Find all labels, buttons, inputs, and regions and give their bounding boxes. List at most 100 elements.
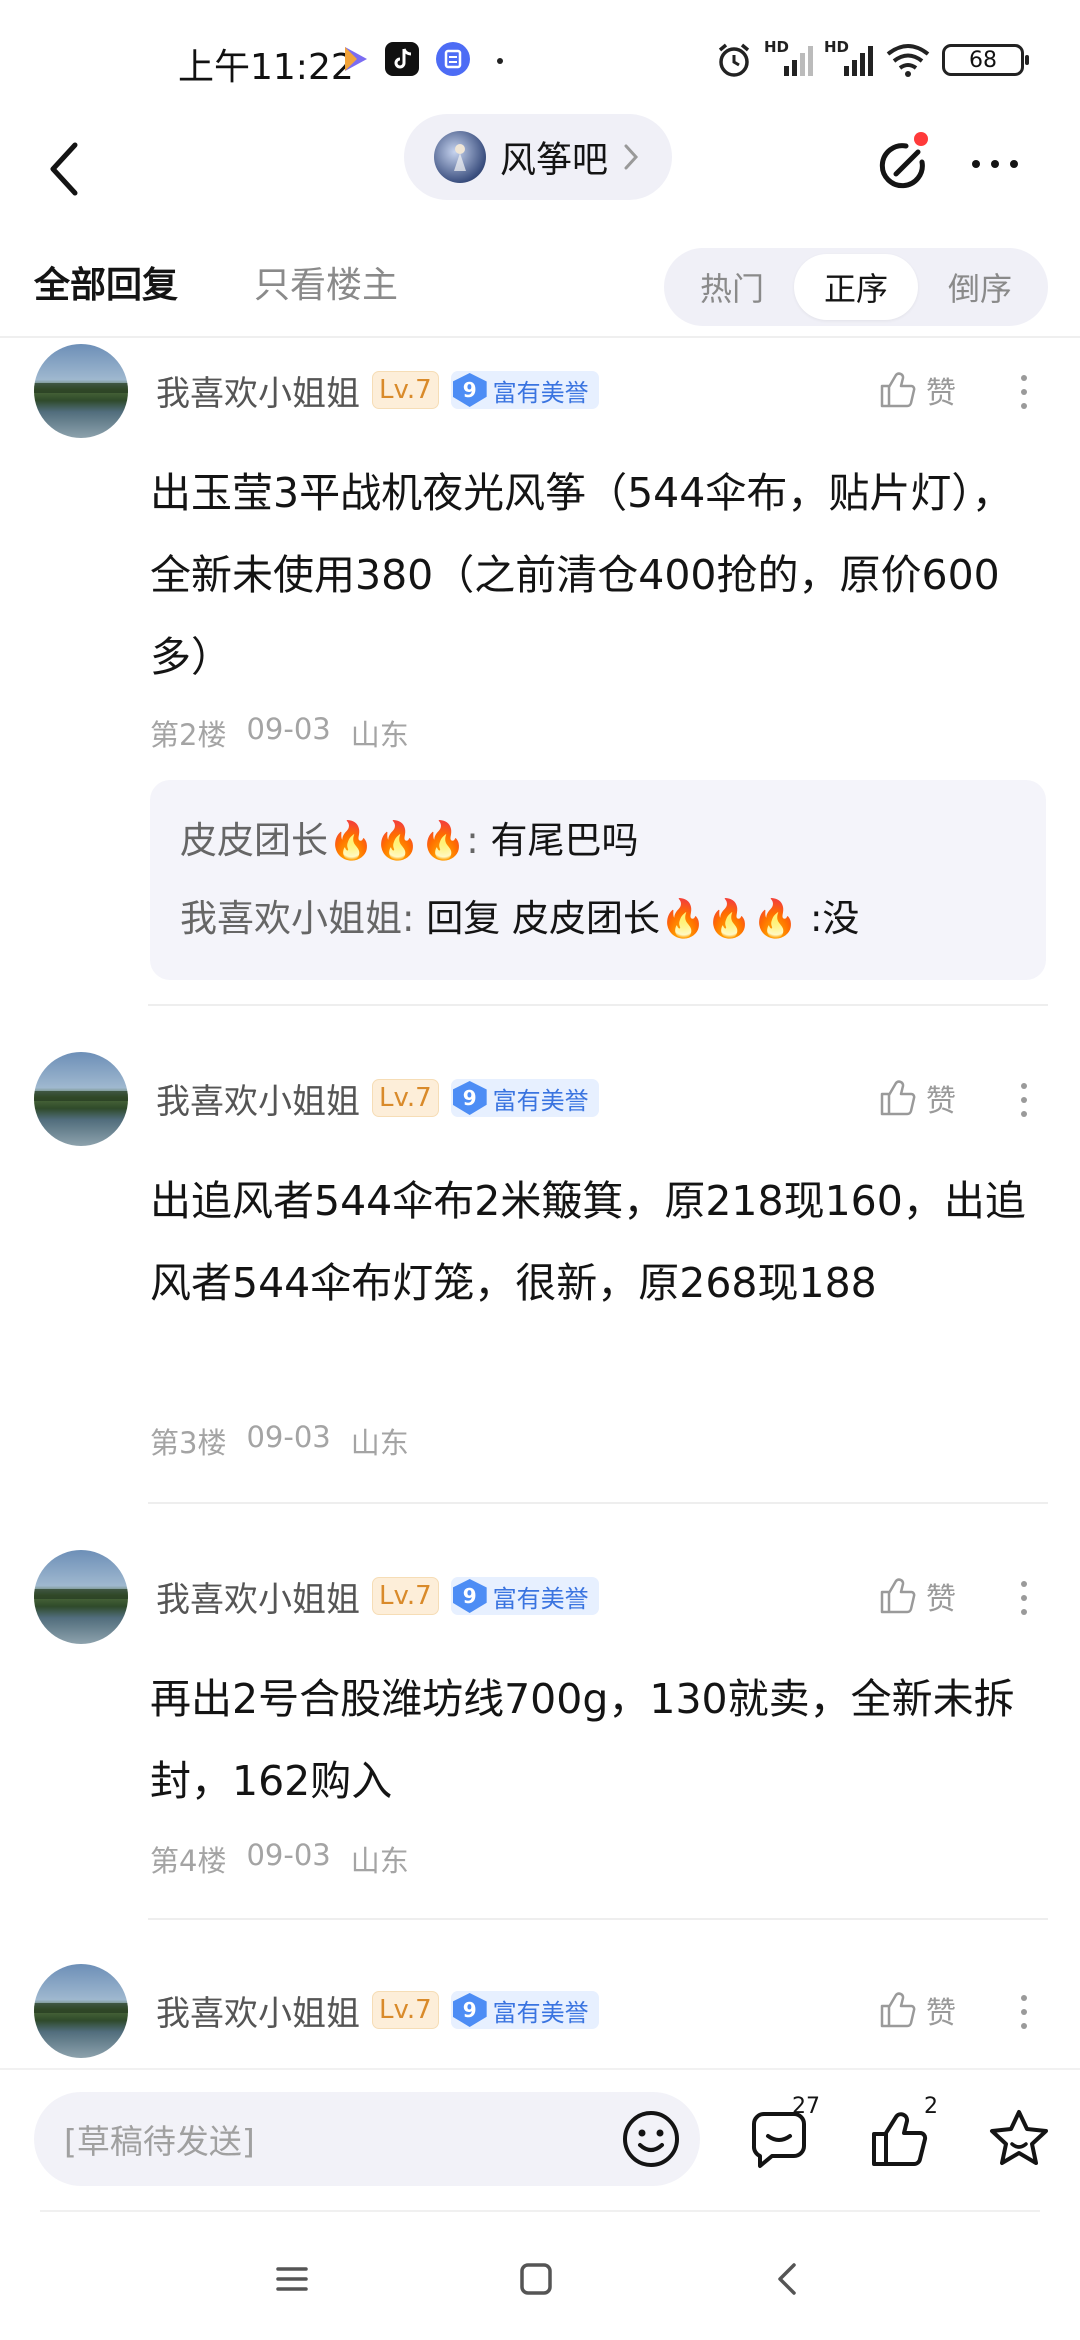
comment-button[interactable]: 27 (740, 2094, 820, 2178)
like-button[interactable]: 赞 (876, 1982, 956, 2038)
top-header: 风筝吧 (0, 110, 1080, 238)
thumbs-up-icon (880, 1080, 916, 1116)
more-options-button[interactable] (960, 124, 1030, 204)
post-location: 山东 (350, 718, 409, 752)
honor-badge: 9 富有美誉 (450, 1079, 599, 1117)
post-meta: 第3楼 09-03 山东 (150, 1420, 409, 1462)
post-more-button[interactable] (1014, 1570, 1034, 1626)
wifi-icon (886, 44, 930, 77)
back-arrow-icon (50, 142, 78, 196)
honor-level-icon: 9 (452, 1993, 487, 2027)
sub-reply-text: 回复 皮皮团长🔥🔥🔥 :没 (426, 897, 860, 940)
video-app-icon (337, 42, 371, 76)
honor-text: 富有美誉 (492, 1584, 589, 1613)
emoji-button[interactable] (612, 2100, 690, 2178)
sort-ascending[interactable]: 正序 (794, 254, 918, 320)
username[interactable]: 我喜欢小姐姐 (156, 1074, 360, 1123)
floor-number: 第4楼 (150, 1844, 227, 1878)
post-location: 山东 (350, 1844, 409, 1878)
reply-filter-bar: 全部回复 只看楼主 热门 正序 倒序 (0, 238, 1080, 338)
post-date: 09-03 (246, 712, 331, 746)
like-label: 赞 (926, 376, 956, 411)
honor-level-icon: 9 (452, 373, 487, 407)
alarm-icon (718, 43, 750, 77)
more-icon (1021, 1995, 1027, 2001)
post-location: 山东 (350, 1426, 409, 1460)
signal-2-icon: HD (824, 38, 874, 80)
more-icon (1021, 375, 1027, 381)
level-badge: Lv.7 (372, 1991, 439, 2029)
post-more-button[interactable] (1014, 364, 1034, 420)
avatar[interactable] (34, 1964, 128, 2058)
menu-nav-button[interactable] (252, 2244, 332, 2314)
battery-indicator: 68 (942, 44, 1029, 76)
home-nav-button[interactable] (496, 2244, 576, 2314)
signal-1-icon: HD (764, 38, 814, 80)
avatar[interactable] (34, 344, 128, 438)
sort-descending[interactable]: 倒序 (918, 254, 1042, 320)
more-icon (1021, 1581, 1027, 1587)
like-thread-button[interactable]: 2 (862, 2094, 940, 2178)
user-info: 我喜欢小姐姐 Lv.7 9 富有美誉 (156, 1070, 599, 1126)
reply-input-placeholder: [草稿待发送] (64, 2122, 255, 2161)
tab-all-replies[interactable]: 全部回复 (34, 256, 178, 308)
notification-dot (497, 58, 503, 64)
tiktok-icon (385, 42, 419, 76)
thumbs-up-icon (880, 1992, 916, 2028)
honor-level-icon: 9 (452, 1579, 487, 1613)
honor-text: 富有美誉 (492, 1086, 589, 1115)
bottom-action-bar: [草稿待发送] 27 2 (0, 2068, 1080, 2216)
thumbs-up-icon (880, 372, 916, 408)
reply-post: 我喜欢小姐姐 Lv.7 9 富有美誉 赞 再出2号合股潍坊线700g，130就卖… (0, 1550, 1080, 1910)
honor-text: 富有美誉 (492, 1998, 589, 2027)
username[interactable]: 我喜欢小姐姐 (156, 1572, 360, 1621)
like-label: 赞 (926, 1582, 956, 1617)
divider (148, 1918, 1048, 1920)
system-nav-bar (0, 2214, 1080, 2340)
sub-reply-author[interactable]: 皮皮团长🔥🔥🔥 (180, 819, 466, 862)
post-more-button[interactable] (1014, 1072, 1034, 1128)
status-time: 上午11:22 (178, 47, 354, 88)
sub-reply-author[interactable]: 我喜欢小姐姐 (180, 897, 402, 940)
user-info: 我喜欢小姐姐 Lv.7 9 富有美誉 (156, 1568, 599, 1624)
sort-hot[interactable]: 热门 (670, 254, 794, 320)
divider (148, 1502, 1048, 1504)
honor-badge: 9 富有美誉 (450, 371, 599, 409)
thumbs-up-icon (880, 1578, 916, 1614)
back-button[interactable] (30, 124, 100, 214)
star-icon (990, 2110, 1048, 2165)
username[interactable]: 我喜欢小姐姐 (156, 366, 360, 415)
emoji-icon (623, 2111, 679, 2167)
like-button[interactable]: 赞 (876, 1568, 956, 1624)
sub-reply: 皮皮团长🔥🔥🔥: 有尾巴吗 (180, 819, 639, 862)
like-label: 赞 (926, 1084, 956, 1119)
forum-link[interactable]: 风筝吧 (404, 114, 673, 200)
edit-post-button[interactable] (866, 124, 938, 204)
avatar[interactable] (34, 1052, 128, 1146)
username[interactable]: 我喜欢小姐姐 (156, 1986, 360, 2035)
sub-reply-box[interactable]: 皮皮团长🔥🔥🔥: 有尾巴吗 我喜欢小姐姐: 回复 皮皮团长🔥🔥🔥 :没 (150, 780, 1046, 980)
sort-toggle: 热门 正序 倒序 (664, 248, 1048, 326)
back-nav-button[interactable] (748, 2244, 828, 2314)
comment-count: 27 (792, 2094, 820, 2119)
status-indicators: HD HD 68 (714, 38, 1029, 80)
post-meta: 第4楼 09-03 山东 (150, 1838, 409, 1880)
post-date: 09-03 (246, 1420, 331, 1454)
avatar[interactable] (34, 1550, 128, 1644)
honor-text: 富有美誉 (492, 378, 589, 407)
post-content: 再出2号合股潍坊线700g，130就卖，全新未拆封，162购入 (150, 1675, 1015, 1805)
honor-badge: 9 富有美誉 (450, 1991, 599, 2029)
reply-input[interactable]: [草稿待发送] (34, 2092, 700, 2186)
more-icon (972, 160, 980, 168)
notification-dot (914, 132, 928, 146)
tieba-icon (436, 42, 470, 76)
home-icon (520, 2263, 552, 2295)
reply-post: 我喜欢小姐姐 Lv.7 9 富有美誉 赞 出追风者544伞布2米簸箕，原218现… (0, 1052, 1080, 1492)
like-button[interactable]: 赞 (876, 362, 956, 418)
favorite-button[interactable] (980, 2100, 1058, 2178)
sub-reply-text: 有尾巴吗 (490, 819, 639, 862)
tab-owner-only[interactable]: 只看楼主 (254, 256, 398, 308)
post-more-button[interactable] (1014, 1984, 1034, 2040)
post-date: 09-03 (246, 1838, 331, 1872)
like-button[interactable]: 赞 (876, 1070, 956, 1126)
